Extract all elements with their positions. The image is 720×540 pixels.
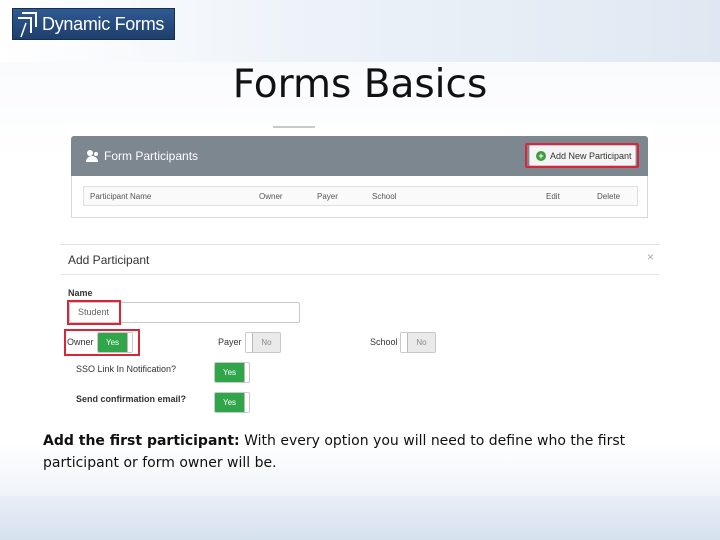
payer-toggle-knob [246,333,253,352]
panel-title: Form Participants [86,149,198,163]
table-header-row: Participant Name Owner Payer School Edit… [83,186,638,206]
add-button-highlight [525,143,639,168]
school-label: School [370,337,398,347]
sso-toggle-knob [244,363,249,382]
col-owner: Owner [259,192,283,201]
col-delete: Delete [597,192,621,201]
caption: Add the first participant: With every op… [43,430,683,474]
add-participant-dialog: Add Participant × Name Student Owner Yes… [60,244,660,418]
confirm-toggle[interactable]: Yes [214,392,250,413]
name-label: Name [68,288,93,298]
close-icon[interactable]: × [647,250,654,264]
sso-toggle[interactable]: Yes [214,362,250,383]
school-toggle-knob [401,333,408,352]
logo-mark-icon [16,9,42,39]
col-participant-name: Participant Name [90,192,152,201]
tab-stub [273,126,315,128]
col-edit: Edit [546,192,560,201]
dialog-divider [60,274,660,275]
panel-title-text: Form Participants [104,149,199,163]
users-icon [86,150,100,162]
logo: Dynamic Forms [12,8,175,40]
sso-label: SSO Link In Notification? [76,364,177,374]
form-participants-panel: Form Participants + Add New Participant … [68,126,651,232]
payer-label: Payer [218,337,242,347]
payer-toggle-off: No [253,333,280,352]
panel-header: Form Participants + Add New Participant [71,136,648,176]
slide-title: Forms Basics [232,62,488,107]
logo-text: Dynamic Forms [42,13,165,34]
caption-bold: Add the first participant: [43,433,240,449]
confirm-label: Send confirmation email? [76,394,187,404]
school-toggle[interactable]: No [400,332,436,353]
payer-toggle[interactable]: No [245,332,281,353]
participants-table: Participant Name Owner Payer School Edit… [71,176,648,218]
owner-highlight [64,329,140,356]
dialog-title: Add Participant [68,253,150,267]
school-toggle-off: No [408,333,435,352]
col-school: School [372,192,397,201]
sso-toggle-on: Yes [215,363,244,382]
bottom-band [0,496,720,540]
name-highlight [67,300,121,325]
col-payer: Payer [317,192,338,201]
confirm-toggle-on: Yes [215,393,244,412]
confirm-toggle-knob [244,393,249,412]
